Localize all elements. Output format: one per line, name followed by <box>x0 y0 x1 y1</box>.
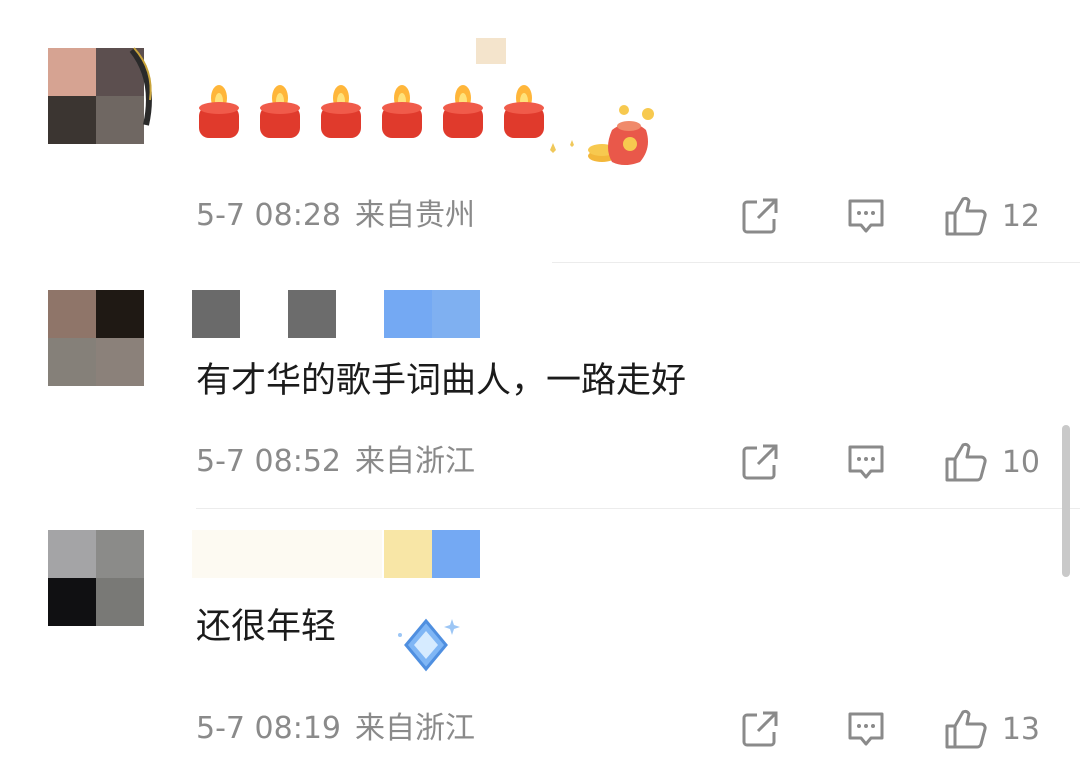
share-icon <box>742 198 778 234</box>
reply-button[interactable] <box>844 710 888 748</box>
comment-time: 5-7 08:28 <box>196 198 341 233</box>
comment-text: 还很年轻 <box>196 607 337 647</box>
candle-emoji-icon <box>196 78 242 140</box>
comment-icon <box>848 199 884 233</box>
like-count: 12 <box>1001 198 1040 234</box>
comment-actions: 13 <box>738 705 1040 753</box>
comment-item-2: 有才华的歌手词曲人，一路走好 5-7 08:52 来自浙江 10 <box>0 263 1080 509</box>
like-button[interactable]: 13 <box>944 708 1040 750</box>
share-button[interactable] <box>738 443 782 481</box>
comment-location: 来自浙江 <box>355 711 475 746</box>
avatar-frame-decoration <box>128 30 158 140</box>
candle-emoji-icon <box>257 78 303 140</box>
comment-text: 有才华的歌手词曲人，一路走好 <box>196 361 687 401</box>
comment-icon <box>848 445 884 479</box>
username-mosaic[interactable] <box>192 290 492 338</box>
thumbs-up-icon <box>945 709 987 749</box>
sticker-row <box>196 78 562 144</box>
comment-time: 5-7 08:52 <box>196 444 341 479</box>
comment-actions: 10 <box>738 438 1040 486</box>
candle-emoji-icon <box>440 78 486 140</box>
comment-time: 5-7 08:19 <box>196 711 341 746</box>
comment-meta: 5-7 08:52 来自浙江 <box>196 444 489 480</box>
share-icon <box>742 711 778 747</box>
candle-emoji-icon <box>318 78 364 140</box>
candle-emoji-icon <box>379 78 425 140</box>
like-count: 13 <box>1001 711 1040 747</box>
like-button[interactable]: 10 <box>944 441 1040 483</box>
scrollbar-thumb[interactable] <box>1062 425 1070 577</box>
like-count: 10 <box>1001 444 1040 480</box>
comment-actions: 12 <box>738 192 1040 240</box>
comment-item-3: 还很年轻 5-7 08:19 来自浙江 13 <box>0 509 1080 768</box>
username-mosaic[interactable] <box>192 530 492 578</box>
comment-item-1: 5-7 08:28 来自贵州 12 <box>0 0 1080 262</box>
diamond-badge-icon <box>392 615 462 679</box>
share-button[interactable] <box>738 197 782 235</box>
comment-location: 来自贵州 <box>355 198 475 233</box>
share-button[interactable] <box>738 710 782 748</box>
username-mosaic[interactable] <box>196 38 526 68</box>
like-button[interactable]: 12 <box>944 195 1040 237</box>
lucky-bag-badge-icon <box>540 100 660 170</box>
avatar-mosaic[interactable] <box>48 290 145 387</box>
reply-button[interactable] <box>844 443 888 481</box>
share-icon <box>742 444 778 480</box>
comment-meta: 5-7 08:19 来自浙江 <box>196 711 489 747</box>
comment-meta: 5-7 08:28 来自贵州 <box>196 198 489 234</box>
thumbs-up-icon <box>945 196 987 236</box>
comment-icon <box>848 712 884 746</box>
comment-location: 来自浙江 <box>355 444 475 479</box>
avatar-mosaic[interactable] <box>48 530 145 627</box>
thumbs-up-icon <box>945 442 987 482</box>
reply-button[interactable] <box>844 197 888 235</box>
